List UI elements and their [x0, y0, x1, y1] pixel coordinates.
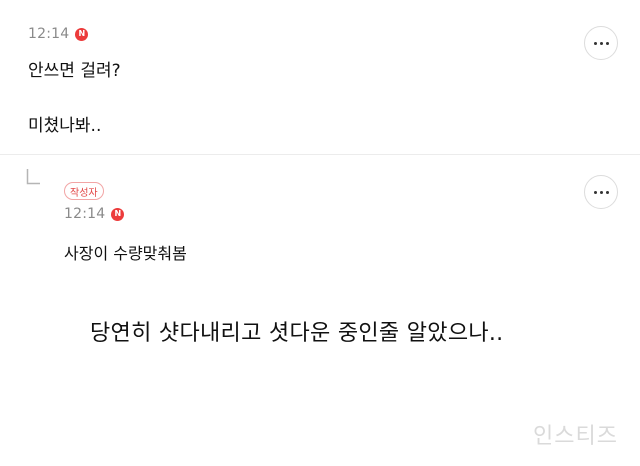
author-badge: 작성자 — [64, 182, 104, 200]
comment-text-line: 당연히 샷다내리고 셧다운 중인줄 알았으나.. — [90, 321, 504, 346]
more-dots-icon — [593, 190, 597, 194]
comment-text-line: 미쳤나봐.. — [28, 116, 102, 136]
more-dots-icon — [593, 41, 597, 45]
comment-meta: 12:14 N — [28, 26, 89, 42]
reply-arrow-icon — [26, 169, 40, 185]
more-dots-icon — [599, 190, 603, 194]
comment-meta: 12:14 N — [64, 206, 125, 222]
watermark: 인스티즈 — [533, 424, 618, 449]
new-badge: N — [75, 27, 89, 41]
comment-time: 12:14 — [64, 206, 106, 222]
more-options-button[interactable] — [584, 26, 618, 60]
more-options-button[interactable] — [584, 175, 618, 209]
comment-time: 12:14 — [28, 26, 70, 42]
comment-item: 12:14 N 안쓰면 걸려? 미쳤나봐.. — [0, 0, 640, 154]
more-dots-icon — [605, 190, 609, 194]
more-dots-icon — [599, 41, 603, 45]
new-badge: N — [111, 207, 125, 221]
more-dots-icon — [605, 41, 609, 45]
comment-text-line: 안쓰면 걸려? — [28, 61, 121, 81]
comment-text-line: 사장이 수량맞춰봄 — [64, 244, 187, 263]
